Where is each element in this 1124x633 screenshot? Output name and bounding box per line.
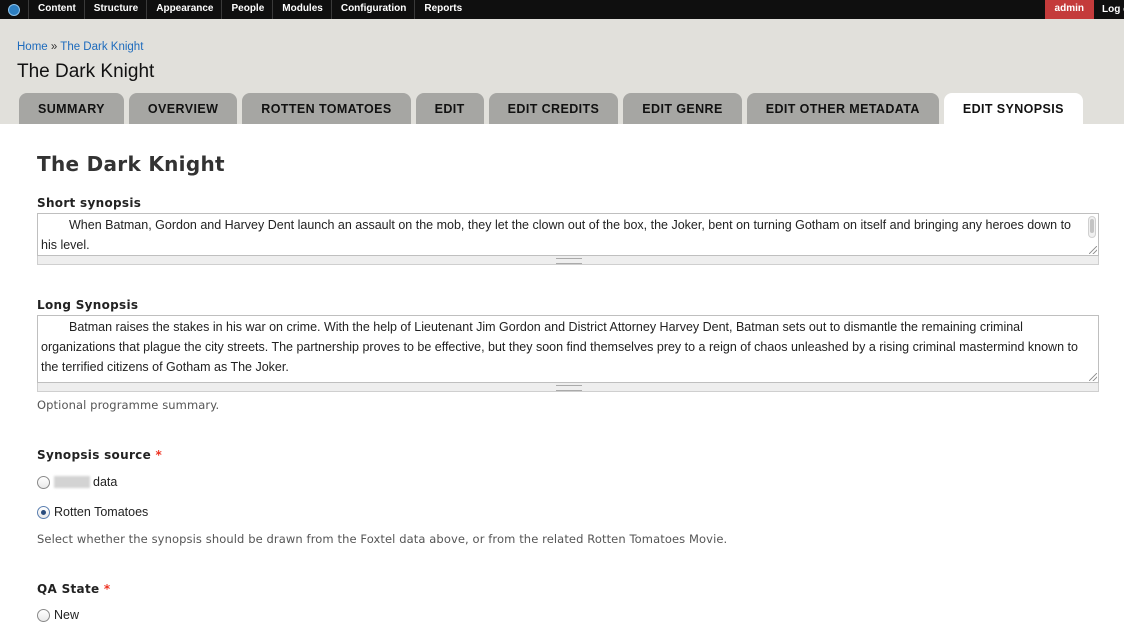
resize-corner-icon[interactable] <box>1089 246 1097 254</box>
breadcrumb-current-link[interactable]: The Dark Knight <box>60 41 143 53</box>
synopsis-source-option-data[interactable]: data <box>37 475 117 489</box>
long-synopsis-textarea[interactable]: Batman raises the stakes in his war on c… <box>37 315 1099 383</box>
toolbar-item-modules[interactable]: Modules <box>272 0 331 19</box>
drupal-drop-icon <box>8 3 20 16</box>
resize-corner-icon[interactable] <box>1089 373 1097 381</box>
short-synopsis-label: Short synopsis <box>37 196 142 210</box>
required-marker: * <box>155 448 163 462</box>
required-marker: * <box>103 582 111 596</box>
synopsis-source-description: Select whether the synopsis should be dr… <box>37 532 728 546</box>
toolbar-logout-link[interactable]: Log out <box>1094 1 1124 18</box>
toolbar-item-reports[interactable]: Reports <box>414 0 470 19</box>
breadcrumb: Home » The Dark Knight <box>17 41 143 53</box>
form-title: The Dark Knight <box>37 152 225 176</box>
tab-edit-credits[interactable]: EDIT CREDITS <box>488 93 619 124</box>
toolbar-item-people[interactable]: People <box>221 0 272 19</box>
radio-rotten-tomatoes-label: Rotten Tomatoes <box>54 505 149 519</box>
qa-state-label-text: QA State <box>37 582 100 596</box>
synopsis-source-label-text: Synopsis source <box>37 448 152 462</box>
long-synopsis-resize-handle[interactable] <box>37 383 1099 392</box>
tab-edit-synopsis[interactable]: EDIT SYNOPSIS <box>943 93 1083 124</box>
synopsis-source-option-rotten-tomatoes[interactable]: Rotten Tomatoes <box>37 505 148 519</box>
radio-rotten-tomatoes[interactable] <box>37 505 50 519</box>
tab-rotten-tomatoes[interactable]: ROTTEN TOMATOES <box>242 93 411 124</box>
short-synopsis-resize-handle[interactable] <box>37 256 1099 265</box>
tab-overview[interactable]: OVERVIEW <box>128 93 238 124</box>
synopsis-source-label: Synopsis source * <box>37 448 162 462</box>
toolbar-home-button[interactable] <box>0 0 28 19</box>
short-synopsis-scrollbar[interactable] <box>1088 216 1096 238</box>
toolbar-item-appearance[interactable]: Appearance <box>146 0 221 19</box>
tab-edit[interactable]: EDIT <box>415 93 484 124</box>
page-header: Home » The Dark Knight The Dark Knight S… <box>0 19 1124 124</box>
radio-data-label: data <box>93 475 118 489</box>
radio-new[interactable] <box>37 608 50 622</box>
tab-edit-genre[interactable]: EDIT GENRE <box>623 93 742 124</box>
qa-state-label: QA State * <box>37 582 110 596</box>
qa-state-option-new[interactable]: New <box>37 608 79 622</box>
breadcrumb-home-link[interactable]: Home <box>17 41 48 53</box>
short-synopsis-scroll-thumb[interactable] <box>1090 219 1094 233</box>
short-synopsis-text: When Batman, Gordon and Harvey Dent laun… <box>41 218 1072 252</box>
breadcrumb-separator: » <box>50 41 58 53</box>
long-synopsis-description: Optional programme summary. <box>37 398 220 412</box>
redacted-text <box>54 476 90 488</box>
toolbar-user-link[interactable]: admin <box>1044 0 1094 19</box>
tab-edit-other-metadata[interactable]: EDIT OTHER METADATA <box>746 93 939 124</box>
admin-toolbar: Content Structure Appearance People Modu… <box>0 0 1124 19</box>
page-title: The Dark Knight <box>17 61 155 82</box>
toolbar-item-configuration[interactable]: Configuration <box>330 0 415 19</box>
long-synopsis-text: Batman raises the stakes in his war on c… <box>41 320 1078 374</box>
toolbar-item-content[interactable]: Content <box>28 0 84 19</box>
toolbar-item-structure[interactable]: Structure <box>83 0 146 19</box>
radio-new-label: New <box>54 608 80 622</box>
short-synopsis-textarea[interactable]: When Batman, Gordon and Harvey Dent laun… <box>37 213 1099 256</box>
tab-bar: SUMMARY OVERVIEW ROTTEN TOMATOES EDIT ED… <box>19 93 1088 124</box>
radio-data[interactable] <box>37 475 50 489</box>
long-synopsis-label: Long Synopsis <box>37 298 139 312</box>
tab-summary[interactable]: SUMMARY <box>19 93 124 124</box>
